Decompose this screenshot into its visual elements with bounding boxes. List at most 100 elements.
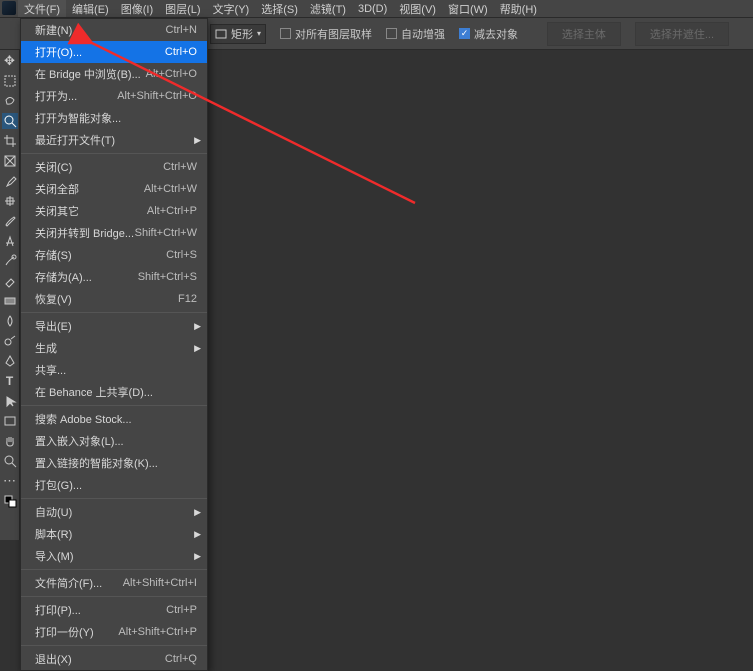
menu-help[interactable]: 帮助(H) [494, 0, 543, 17]
menu-item[interactable]: 脚本(R)▶ [21, 523, 207, 545]
menu-item-shortcut: Alt+Ctrl+P [147, 205, 197, 217]
menu-item[interactable]: 打开(O)...Ctrl+O [21, 41, 207, 63]
menu-edit[interactable]: 编辑(E) [66, 0, 115, 17]
menu-item-label: 自动(U) [35, 504, 72, 520]
menu-item[interactable]: 打包(G)... [21, 474, 207, 496]
menu-item-label: 打包(G)... [35, 477, 82, 493]
tool-pen[interactable] [2, 353, 18, 369]
menu-item[interactable]: 打开为...Alt+Shift+Ctrl+O [21, 85, 207, 107]
menu-item[interactable]: 打印一份(Y) Alt+Shift+Ctrl+P [21, 621, 207, 643]
menu-item-shortcut: Alt+Ctrl+O [146, 68, 197, 80]
menu-item[interactable]: 新建(N)... Ctrl+N [21, 19, 207, 41]
tool-hand[interactable] [2, 433, 18, 449]
menu-item-label: 在 Bridge 中浏览(B)... [35, 66, 141, 82]
tool-marquee[interactable] [2, 73, 18, 89]
menu-item-shortcut: Alt+Shift+Ctrl+P [118, 626, 197, 638]
tool-move[interactable]: ✥ [2, 53, 18, 69]
submenu-arrow-icon: ▶ [194, 343, 201, 354]
menu-separator [21, 153, 207, 154]
menu-file[interactable]: 文件(F) [18, 0, 66, 17]
menu-window[interactable]: 窗口(W) [442, 0, 494, 17]
menu-3d[interactable]: 3D(D) [352, 0, 393, 17]
menu-item[interactable]: 退出(X) Ctrl+Q [21, 648, 207, 670]
tool-type[interactable]: T [2, 373, 18, 389]
submenu-arrow-icon: ▶ [194, 135, 201, 146]
tool-lasso[interactable] [2, 93, 18, 109]
menu-type[interactable]: 文字(Y) [207, 0, 256, 17]
tool-crop[interactable] [2, 133, 18, 149]
menu-item[interactable]: 在 Bridge 中浏览(B)... Alt+Ctrl+O [21, 63, 207, 85]
menu-item[interactable]: 生成▶ [21, 337, 207, 359]
menu-item-shortcut: Ctrl+P [166, 604, 197, 616]
shape-select[interactable]: 矩形 ▾ [210, 24, 266, 44]
submenu-arrow-icon: ▶ [194, 507, 201, 518]
tool-brush[interactable] [2, 213, 18, 229]
menu-item-label: 共享... [35, 362, 66, 378]
menu-item-label: 退出(X) [35, 651, 72, 667]
tool-zoom[interactable] [2, 453, 18, 469]
menu-separator [21, 498, 207, 499]
checkbox-label: 对所有图层取样 [295, 26, 372, 42]
menu-item[interactable]: 置入嵌入对象(L)... [21, 430, 207, 452]
select-subject-button: 选择主体 [547, 22, 621, 46]
tool-path-select[interactable] [2, 393, 18, 409]
menu-item[interactable]: 搜索 Adobe Stock... [21, 408, 207, 430]
submenu-arrow-icon: ▶ [194, 551, 201, 562]
menu-separator [21, 312, 207, 313]
checkbox-subtract[interactable]: ✓ 减去对象 [459, 26, 518, 42]
menu-item[interactable]: 自动(U) ▶ [21, 501, 207, 523]
menu-view[interactable]: 视图(V) [393, 0, 442, 17]
menu-item[interactable]: 置入链接的智能对象(K)... [21, 452, 207, 474]
tool-clone[interactable] [2, 233, 18, 249]
menu-item-label: 文件简介(F)... [35, 575, 102, 591]
checkbox-all-layers[interactable]: 对所有图层取样 [280, 26, 372, 42]
menu-item[interactable]: 最近打开文件(T)▶ [21, 129, 207, 151]
tool-eraser[interactable] [2, 273, 18, 289]
menu-item-label: 打开为智能对象... [35, 110, 121, 126]
tool-panel: ✥ T ⋯ [0, 50, 20, 540]
menu-item[interactable]: 导入(M)▶ [21, 545, 207, 567]
tool-rectangle[interactable] [2, 413, 18, 429]
menu-separator [21, 569, 207, 570]
menu-filter[interactable]: 滤镜(T) [304, 0, 352, 17]
tool-more[interactable]: ⋯ [2, 473, 18, 489]
menu-item-shortcut: Ctrl+Q [165, 653, 197, 665]
menu-item-label: 置入链接的智能对象(K)... [35, 455, 158, 471]
menu-item[interactable]: 在 Behance 上共享(D)... [21, 381, 207, 403]
menu-item[interactable]: 打开为智能对象... [21, 107, 207, 129]
menu-item-label: 打印一份(Y) [35, 624, 94, 640]
menu-image[interactable]: 图像(I) [115, 0, 159, 17]
tool-dodge[interactable] [2, 333, 18, 349]
tool-swatches[interactable] [2, 493, 18, 509]
tool-healing[interactable] [2, 193, 18, 209]
tool-blur[interactable] [2, 313, 18, 329]
tool-eyedropper[interactable] [2, 173, 18, 189]
menu-select[interactable]: 选择(S) [255, 0, 304, 17]
menu-item[interactable]: 存储(S)Ctrl+S [21, 244, 207, 266]
tool-frame[interactable] [2, 153, 18, 169]
shape-label: 矩形 [231, 26, 253, 42]
menu-item-label: 打印(P)... [35, 602, 81, 618]
menu-item-label: 新建(N)... [35, 22, 81, 38]
menu-item[interactable]: 恢复(V)F12 [21, 288, 207, 310]
submenu-arrow-icon: ▶ [194, 321, 201, 332]
checkbox-auto-enhance[interactable]: 自动增强 [386, 26, 445, 42]
menu-layer[interactable]: 图层(L) [159, 0, 206, 17]
menu-item-shortcut: Ctrl+N [166, 24, 197, 36]
menubar: 文件(F) 编辑(E) 图像(I) 图层(L) 文字(Y) 选择(S) 滤镜(T… [0, 0, 753, 18]
tool-quick-select[interactable] [2, 113, 18, 129]
menu-item[interactable]: 导出(E)▶ [21, 315, 207, 337]
menu-item[interactable]: 打印(P)... Ctrl+P [21, 599, 207, 621]
menu-item[interactable]: 关闭其它 Alt+Ctrl+P [21, 200, 207, 222]
menu-item-label: 打开(O)... [35, 44, 82, 60]
menu-item[interactable]: 关闭并转到 Bridge...Shift+Ctrl+W [21, 222, 207, 244]
tool-gradient[interactable] [2, 293, 18, 309]
menu-item[interactable]: 文件简介(F)...Alt+Shift+Ctrl+I [21, 572, 207, 594]
menu-item-label: 打开为... [35, 88, 77, 104]
menu-item-label: 关闭其它 [35, 203, 79, 219]
tool-history-brush[interactable] [2, 253, 18, 269]
menu-item[interactable]: 共享... [21, 359, 207, 381]
menu-item[interactable]: 关闭(C)Ctrl+W [21, 156, 207, 178]
menu-item[interactable]: 关闭全部Alt+Ctrl+W [21, 178, 207, 200]
menu-item[interactable]: 存储为(A)...Shift+Ctrl+S [21, 266, 207, 288]
